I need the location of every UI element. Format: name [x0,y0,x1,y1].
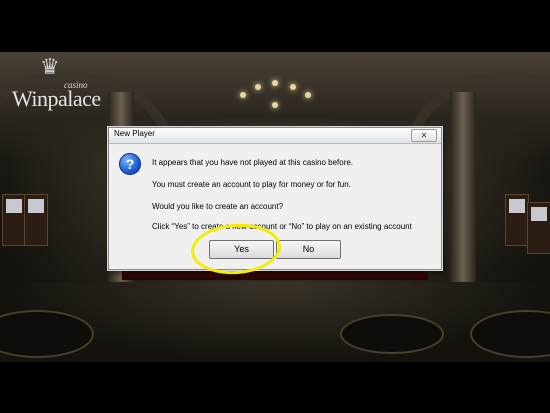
slot-machine [505,194,529,246]
gaming-table [340,314,444,354]
letterbox-bottom [0,362,550,413]
dialog-message-1: It appears that you have not played at t… [152,158,354,167]
slot-machine [527,202,550,254]
close-button[interactable]: ✕ [411,129,437,142]
no-button[interactable]: No [276,240,341,259]
slot-machine [2,194,26,246]
crown-icon: ♛ [40,54,60,79]
winpalace-logo: ♛ casino Winpalace [12,54,122,112]
slot-machine [24,194,48,246]
dialog-message-4: Click “Yes” to create a new account or “… [152,222,412,231]
dialog-message-2: You must create an account to play for m… [152,180,351,189]
letterbox-top [0,0,550,52]
dialog-title: New Player [114,129,155,138]
dialog-titlebar[interactable]: New Player ✕ [109,128,441,144]
dialog-message-3: Would you like to create an account? [152,202,284,211]
question-icon: ? [119,153,141,175]
logo-name: Winpalace [12,86,101,111]
chandelier [230,72,320,132]
